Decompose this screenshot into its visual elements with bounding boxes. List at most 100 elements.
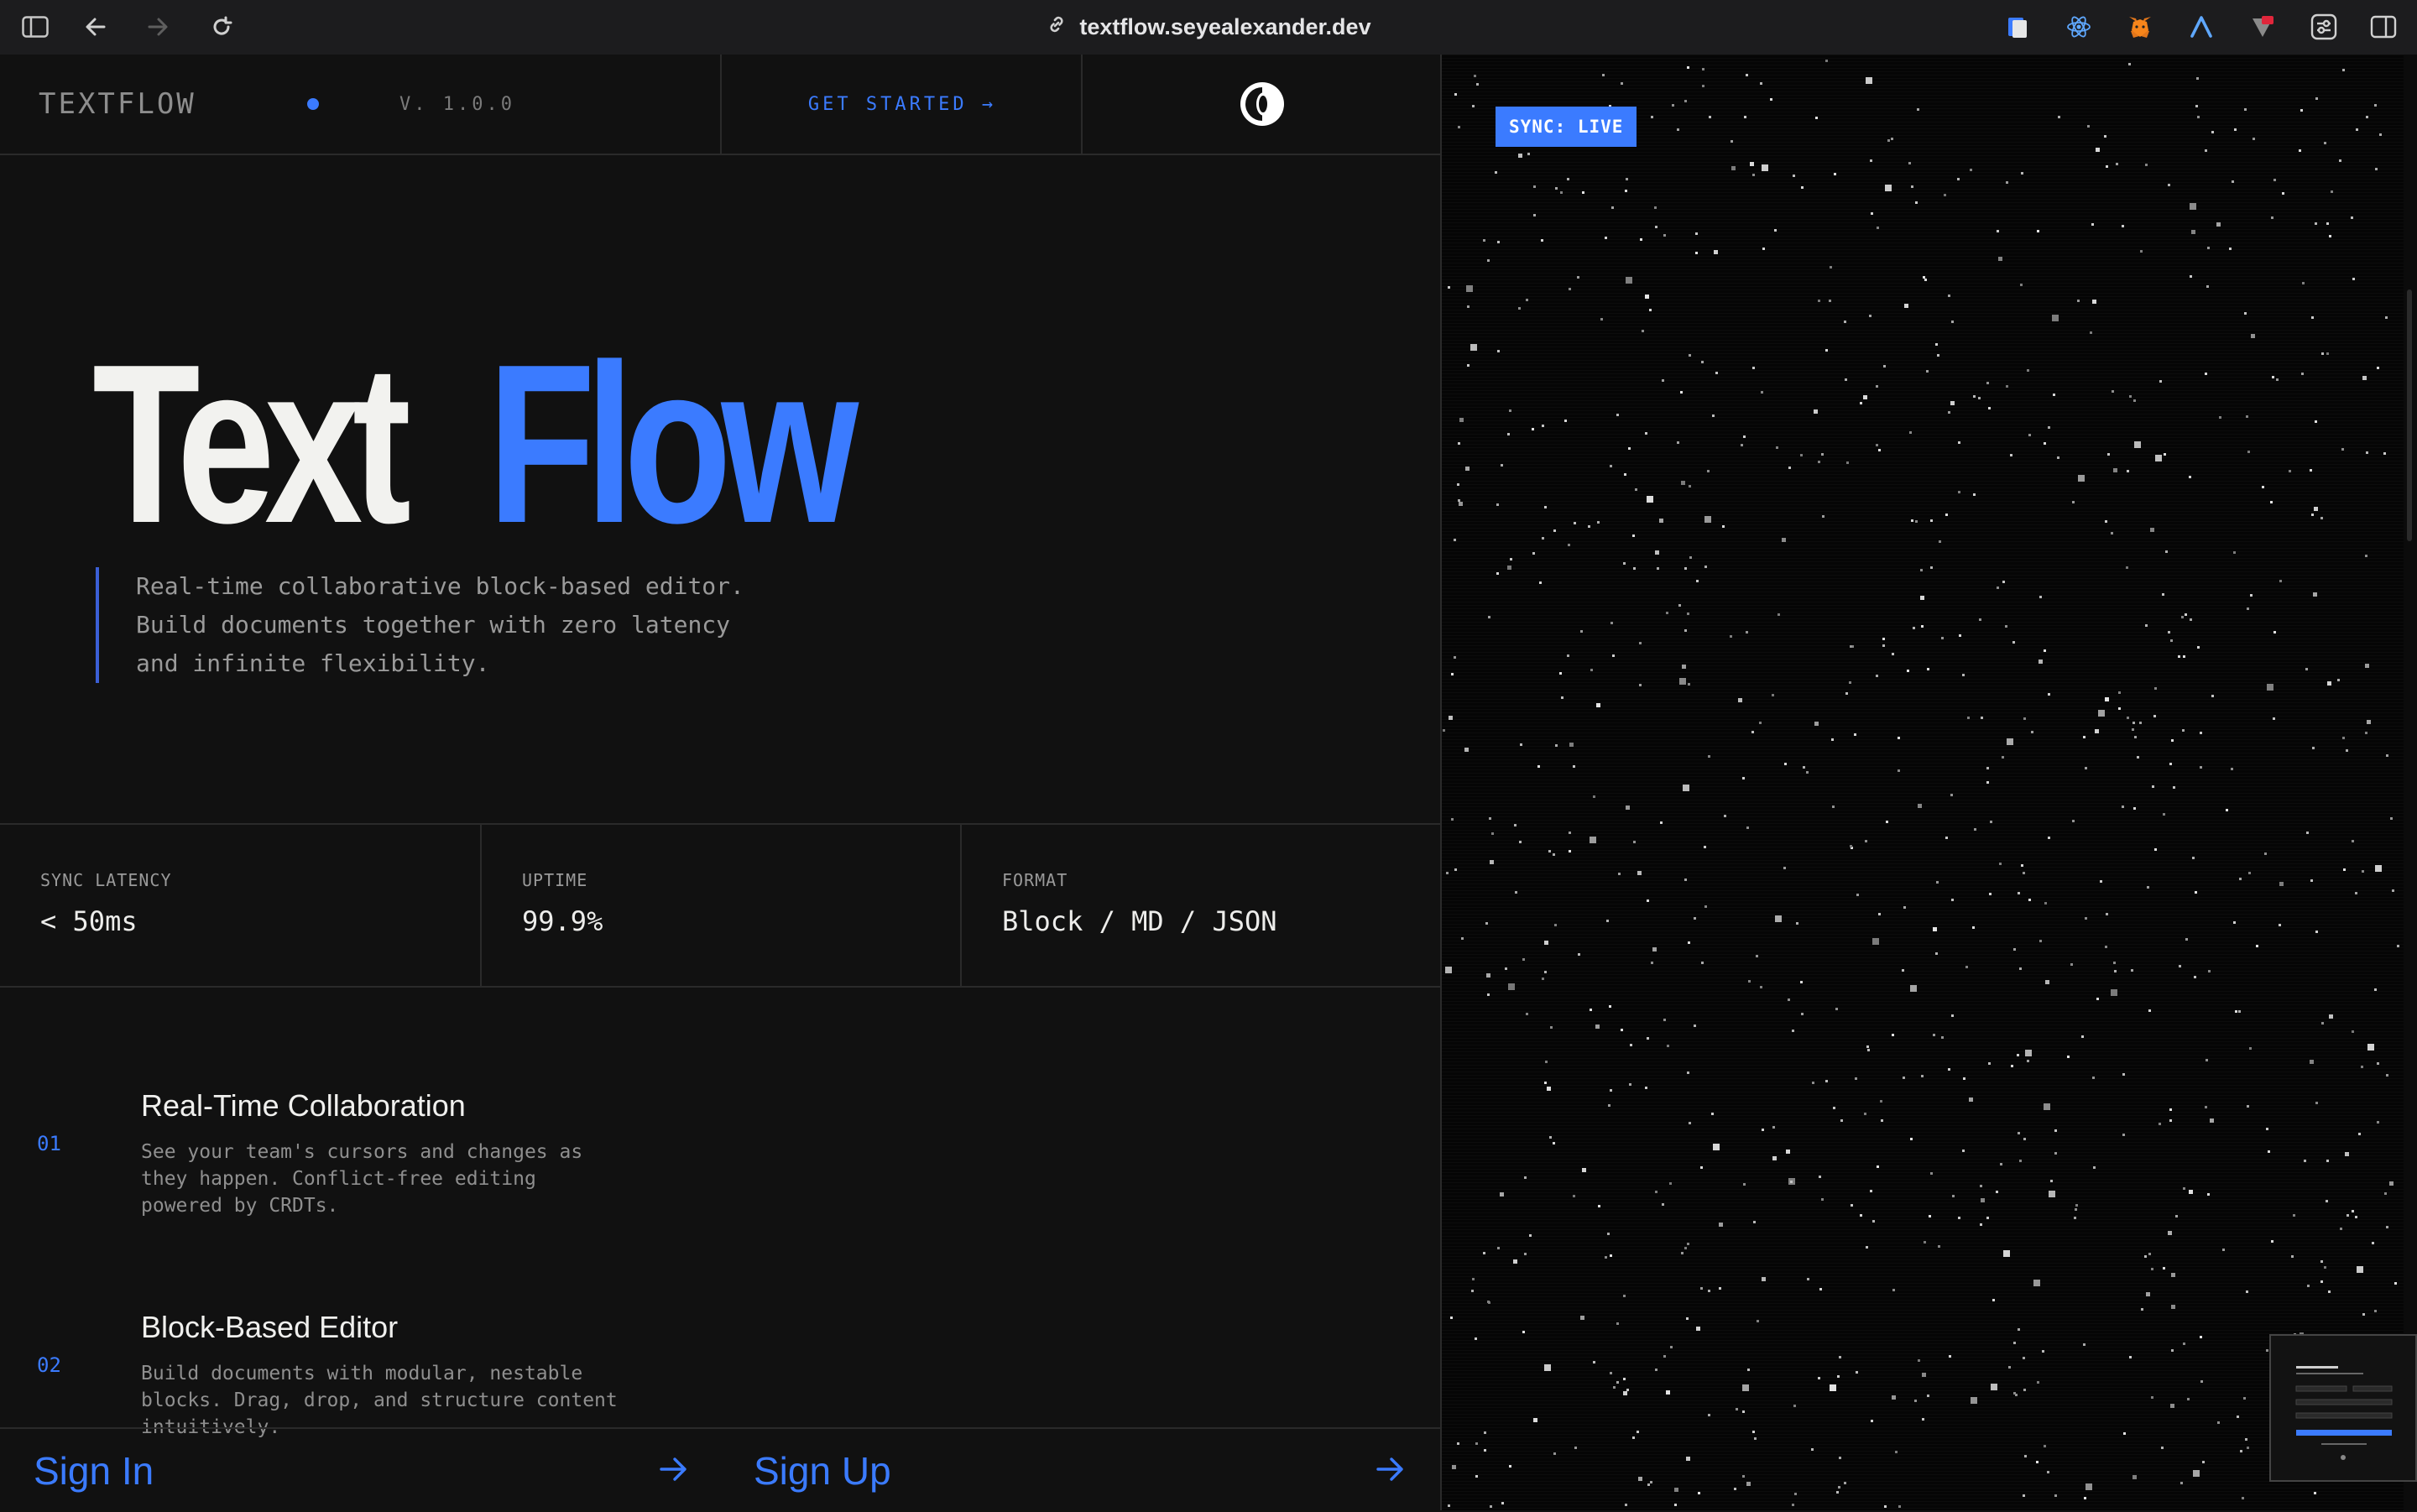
star — [2273, 179, 2276, 181]
reload-icon[interactable] — [206, 12, 237, 42]
star — [1819, 1176, 1821, 1178]
star — [1507, 433, 1510, 435]
scanline — [1442, 585, 2404, 586]
scanline — [1442, 927, 2404, 928]
star — [2321, 352, 2324, 355]
forward-arrow-icon[interactable] — [143, 12, 173, 42]
metamask-fox-icon[interactable] — [2125, 12, 2155, 42]
shield-flag-extension-icon[interactable] — [2247, 12, 2278, 42]
star — [1458, 499, 1460, 502]
star — [2362, 1313, 2365, 1316]
brand-mark-icon[interactable] — [1081, 55, 1442, 154]
star — [1663, 1019, 1666, 1021]
scanline — [1442, 75, 2404, 76]
star — [2326, 1200, 2328, 1202]
star — [2314, 1492, 2316, 1494]
star — [1743, 435, 1746, 438]
star — [1655, 550, 1659, 555]
scanline — [1442, 437, 2404, 438]
star — [1707, 470, 1710, 472]
star — [2272, 376, 2274, 378]
star — [2042, 1350, 2044, 1353]
scrollbar[interactable] — [2404, 55, 2417, 1510]
star — [2070, 963, 2073, 966]
star — [1548, 850, 1551, 852]
scanline — [1442, 820, 2404, 821]
star — [1818, 461, 1820, 463]
scanline — [1442, 571, 2404, 572]
star — [2374, 1310, 2377, 1312]
scanline — [1442, 763, 2404, 764]
star — [1886, 821, 1888, 823]
scrollbar-thumb[interactable] — [2407, 289, 2412, 541]
star — [1760, 986, 1762, 988]
scanline — [1442, 622, 2404, 623]
scanline — [1442, 1159, 2404, 1160]
star — [1850, 845, 1852, 847]
star — [1640, 238, 1642, 241]
star — [1519, 841, 1522, 843]
scanline — [1442, 219, 2404, 220]
star — [1626, 1389, 1629, 1391]
scanline — [1442, 1471, 2404, 1472]
scanline — [1442, 1444, 2404, 1445]
stat-format: FORMAT Block / MD / JSON — [960, 825, 1440, 986]
star — [2301, 373, 2304, 375]
star — [1522, 1331, 1525, 1333]
sign-in-button[interactable]: Sign In — [34, 1429, 688, 1512]
scanline — [1442, 1105, 2404, 1106]
star — [2207, 247, 2210, 249]
preview-thumbnail[interactable] — [2269, 1334, 2417, 1482]
star — [1647, 1037, 1649, 1040]
star — [2366, 451, 2368, 454]
scanline — [1442, 390, 2404, 391]
back-arrow-icon[interactable] — [81, 12, 111, 42]
star — [1876, 385, 1878, 388]
scanline — [1442, 1142, 2404, 1143]
scanline — [1442, 1061, 2404, 1062]
scanline — [1442, 974, 2404, 975]
star — [1910, 985, 1917, 992]
star — [1613, 1386, 1616, 1389]
clipboard-extension-icon[interactable] — [2002, 12, 2033, 42]
star — [1623, 1378, 1626, 1380]
scanline — [1442, 776, 2404, 777]
scanline — [1442, 578, 2404, 579]
star — [1948, 295, 1950, 297]
star — [1602, 74, 1605, 76]
star — [1701, 361, 1704, 363]
star — [1526, 1013, 1528, 1015]
scanline — [1442, 803, 2404, 804]
star — [1647, 496, 1653, 503]
react-devtools-icon[interactable] — [2064, 12, 2094, 42]
star — [1762, 164, 1768, 171]
a-logo-extension-icon[interactable] — [2186, 12, 2216, 42]
star — [2293, 1214, 2295, 1217]
star — [1582, 191, 1584, 194]
star — [1719, 1287, 1721, 1290]
star — [1659, 519, 1663, 523]
star — [1451, 673, 1454, 675]
star — [1684, 879, 1687, 881]
auth-bar: Sign In Sign Up — [0, 1427, 1440, 1512]
get-started-link[interactable]: GET STARTED → — [720, 55, 1083, 154]
site-logo[interactable]: TEXTFLOW — [0, 55, 359, 154]
star — [1744, 116, 1746, 118]
star — [1704, 516, 1711, 523]
star — [2276, 378, 2279, 381]
star — [2118, 707, 2121, 710]
scanline — [1442, 682, 2404, 683]
star — [2154, 687, 2157, 690]
star — [1730, 635, 1732, 638]
sign-up-button[interactable]: Sign Up — [754, 1429, 1405, 1512]
sliders-extension-icon[interactable] — [2309, 12, 2339, 42]
star — [1950, 401, 1955, 405]
star — [2205, 373, 2207, 375]
scanline — [1442, 937, 2404, 938]
scanline — [1442, 981, 2404, 982]
scanline — [1442, 209, 2404, 210]
star — [1915, 520, 1918, 523]
sidebar-toggle-icon[interactable] — [20, 12, 50, 42]
split-view-icon[interactable] — [2368, 12, 2399, 42]
address-bar[interactable]: textflow.seyealexander.dev — [1007, 10, 1410, 44]
